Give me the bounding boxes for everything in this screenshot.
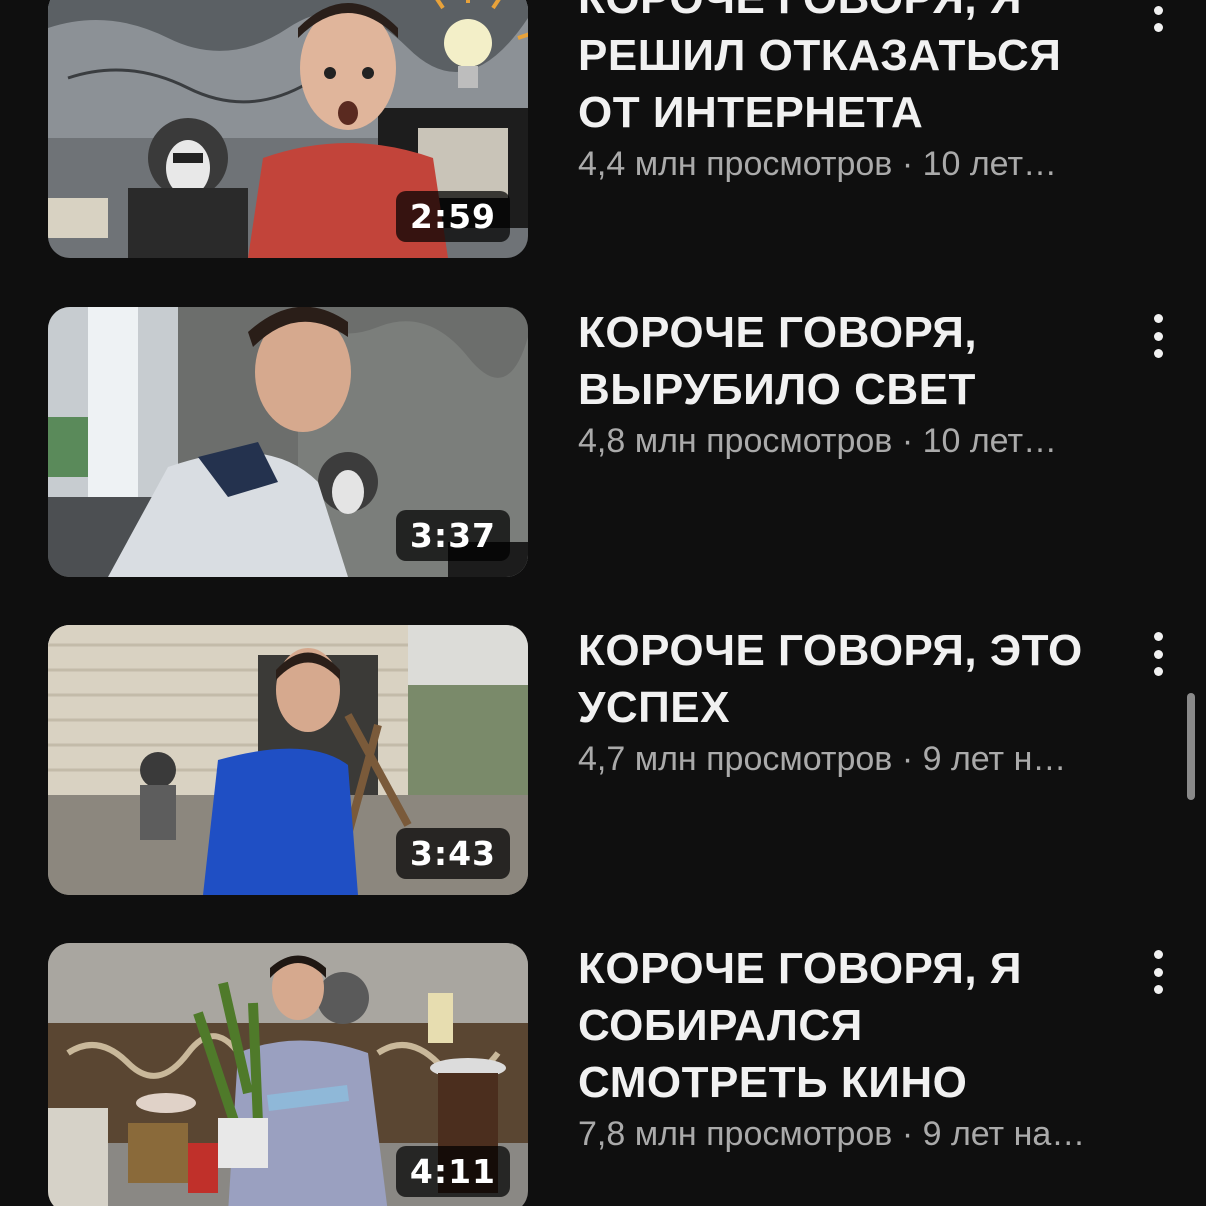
video-meta: 4,4 млн просмотров · 10 лет…: [578, 145, 1058, 183]
video-title[interactable]: КОРОЧЕ ГОВОРЯ, Я СОБИРАЛСЯ СМОТРЕТЬ КИНО: [578, 940, 1138, 1111]
video-info[interactable]: КОРОЧЕ ГОВОРЯ, Я РЕШИЛ ОТКАЗАТЬСЯ ОТ ИНТ…: [578, 0, 1138, 187]
title-line: СОБИРАЛСЯ: [578, 1001, 863, 1050]
more-vert-icon[interactable]: [1143, 314, 1173, 358]
video-title[interactable]: КОРОЧЕ ГОВОРЯ, Я РЕШИЛ ОТКАЗАТЬСЯ ОТ ИНТ…: [578, 0, 1138, 141]
title-line: ОТ ИНТЕРНЕТА: [578, 88, 924, 137]
video-thumbnail[interactable]: 3:43: [48, 625, 528, 895]
title-line: ВЫРУБИЛО СВЕТ: [578, 365, 976, 414]
video-meta: 4,7 млн просмотров · 9 лет н…: [578, 740, 1067, 778]
video-info[interactable]: КОРОЧЕ ГОВОРЯ, ВЫРУБИЛО СВЕТ 4,8 млн про…: [578, 304, 1138, 464]
scrollbar[interactable]: [1187, 693, 1195, 800]
title-line: КОРОЧЕ ГОВОРЯ,: [578, 308, 978, 357]
video-title[interactable]: КОРОЧЕ ГОВОРЯ, ВЫРУБИЛО СВЕТ: [578, 304, 1138, 418]
video-item[interactable]: 3:37 КОРОЧЕ ГОВОРЯ, ВЫРУБИЛО СВЕТ 4,8 мл…: [0, 307, 1206, 577]
video-duration: 3:43: [395, 828, 510, 879]
title-line: КОРОЧЕ ГОВОРЯ, Я: [578, 0, 1138, 27]
video-duration: 2:59: [395, 191, 510, 242]
video-duration: 3:37: [395, 510, 510, 561]
video-item[interactable]: 3:43 КОРОЧЕ ГОВОРЯ, ЭТО УСПЕХ 4,7 млн пр…: [0, 625, 1206, 895]
video-info[interactable]: КОРОЧЕ ГОВОРЯ, Я СОБИРАЛСЯ СМОТРЕТЬ КИНО…: [578, 940, 1138, 1157]
more-vert-icon[interactable]: [1143, 0, 1173, 32]
title-line: СМОТРЕТЬ КИНО: [578, 1058, 968, 1107]
video-thumbnail[interactable]: 3:37: [48, 307, 528, 577]
video-meta: 4,8 млн просмотров · 10 лет…: [578, 422, 1058, 460]
video-duration: 4:11: [395, 1146, 510, 1197]
title-line: УСПЕХ: [578, 683, 730, 732]
title-line: КОРОЧЕ ГОВОРЯ, ЭТО: [578, 626, 1083, 675]
title-line: КОРОЧЕ ГОВОРЯ, Я: [578, 944, 1023, 993]
more-vert-icon[interactable]: [1143, 950, 1173, 994]
video-meta: 7,8 млн просмотров · 9 лет на…: [578, 1115, 1086, 1153]
video-list: 2:59 КОРОЧЕ ГОВОРЯ, Я РЕШИЛ ОТКАЗАТЬСЯ О…: [0, 0, 1206, 1206]
video-item[interactable]: 2:59 КОРОЧЕ ГОВОРЯ, Я РЕШИЛ ОТКАЗАТЬСЯ О…: [0, 0, 1206, 258]
video-thumbnail[interactable]: 2:59: [48, 0, 528, 258]
video-info[interactable]: КОРОЧЕ ГОВОРЯ, ЭТО УСПЕХ 4,7 млн просмот…: [578, 622, 1138, 782]
video-title[interactable]: КОРОЧЕ ГОВОРЯ, ЭТО УСПЕХ: [578, 622, 1138, 736]
more-vert-icon[interactable]: [1143, 632, 1173, 676]
video-thumbnail[interactable]: 4:11: [48, 943, 528, 1206]
video-item[interactable]: 4:11 КОРОЧЕ ГОВОРЯ, Я СОБИРАЛСЯ СМОТРЕТЬ…: [0, 943, 1206, 1206]
title-line: РЕШИЛ ОТКАЗАТЬСЯ: [578, 31, 1062, 80]
